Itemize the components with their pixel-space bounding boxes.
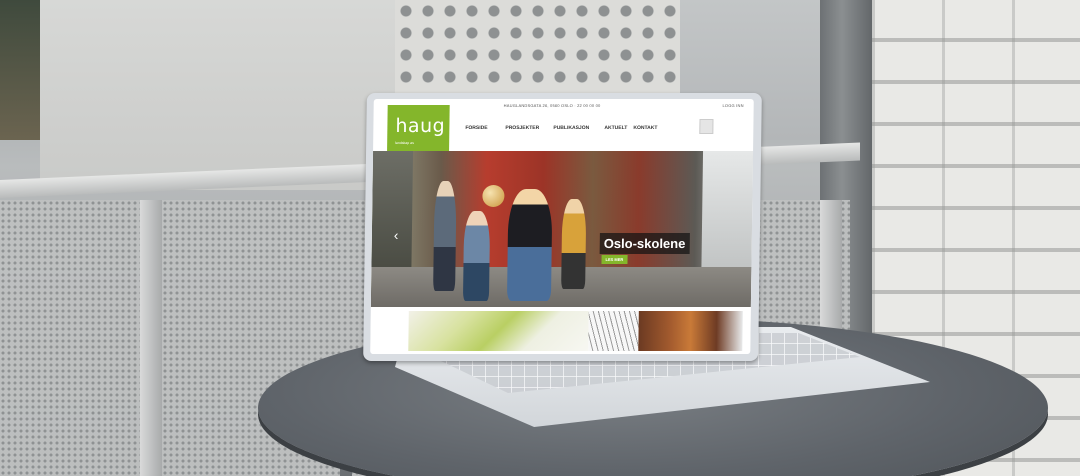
project-thumbnails [370, 307, 751, 354]
read-more-button[interactable]: LES MER [601, 255, 628, 264]
nav-item-aktuelt[interactable]: AKTUELT [604, 125, 627, 131]
railing-post [140, 200, 162, 476]
search-icon[interactable] [699, 119, 714, 134]
thumbnail-sketch[interactable] [588, 311, 639, 351]
login-link[interactable]: LOGG INN [722, 103, 743, 108]
logo-subtitle: landskap as [395, 141, 414, 145]
chevron-left-icon[interactable]: ‹ [394, 227, 399, 243]
background-foliage [0, 0, 40, 140]
hero-photo-child [561, 199, 587, 289]
thumbnail-site-plan[interactable] [408, 311, 589, 351]
hero-photo-child [506, 189, 553, 301]
nav-item-kontakt[interactable]: KONTAKT [633, 125, 657, 131]
hero-slider: ‹ Oslo-skolene LES MER [370, 151, 754, 307]
logo-wordmark: haug [395, 115, 446, 137]
hero-title: Oslo-skolene [599, 233, 690, 254]
laptop-screen: HAUGLANDSGATA 26, 0560 OSLO · 22 00 00 0… [370, 99, 754, 354]
hero-photo-child [462, 211, 491, 301]
topbar-contact: HAUGLANDSGATA 26, 0560 OSLO · 22 00 00 0… [503, 103, 601, 108]
nav-item-publikasjon[interactable]: PUBLIKASJON [553, 125, 589, 131]
nav-item-forside[interactable]: FORSIDE [465, 125, 487, 131]
photo-scene: HAUGLANDSGATA 26, 0560 OSLO · 22 00 00 0… [0, 0, 1080, 476]
hero-photo-adult [433, 181, 457, 291]
background-wall-left [40, 0, 400, 190]
thumbnail-interior[interactable] [638, 311, 743, 351]
hero-photo-ball [482, 185, 505, 207]
nav-item-prosjekter[interactable]: PROSJEKTER [505, 125, 539, 131]
